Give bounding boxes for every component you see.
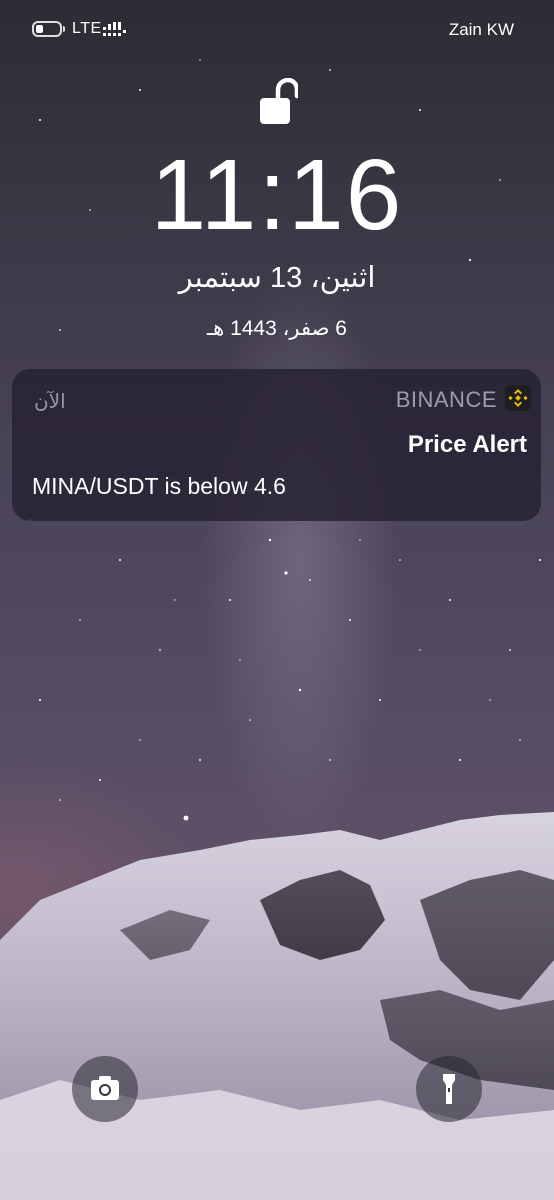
notification-time: الآن xyxy=(34,391,66,413)
flashlight-button[interactable] xyxy=(416,1056,482,1122)
signal-strength-icon xyxy=(103,22,126,36)
unlocked-padlock-icon xyxy=(260,78,298,124)
lock-screen: LTE Zain KW 11:16 اثنين، 13 سبتمبر 6 صفر… xyxy=(0,0,554,1200)
network-type: LTE xyxy=(72,20,102,37)
clock-time: 11:16 xyxy=(150,139,404,251)
battery-tip xyxy=(63,26,65,32)
battery-icon xyxy=(32,21,62,37)
notification-title: Price Alert xyxy=(407,431,527,458)
camera-button[interactable] xyxy=(72,1056,138,1122)
date-label: اثنين، 13 سبتمبر xyxy=(178,262,376,294)
binance-logo-icon xyxy=(505,385,531,411)
status-bar: LTE Zain KW xyxy=(0,0,554,60)
flashlight-icon xyxy=(443,1074,455,1104)
notification-app-name: BINANCE xyxy=(395,387,497,412)
hijri-date-label: 6 صفر، 1443 هـ xyxy=(207,317,347,340)
camera-icon xyxy=(91,1076,119,1100)
notification-card[interactable]: الآن BINANCE Price Alert MINA/USDT is be… xyxy=(12,369,541,521)
notification-body: MINA/USDT is below 4.6 xyxy=(32,473,286,499)
carrier-name: Zain KW xyxy=(448,20,514,39)
